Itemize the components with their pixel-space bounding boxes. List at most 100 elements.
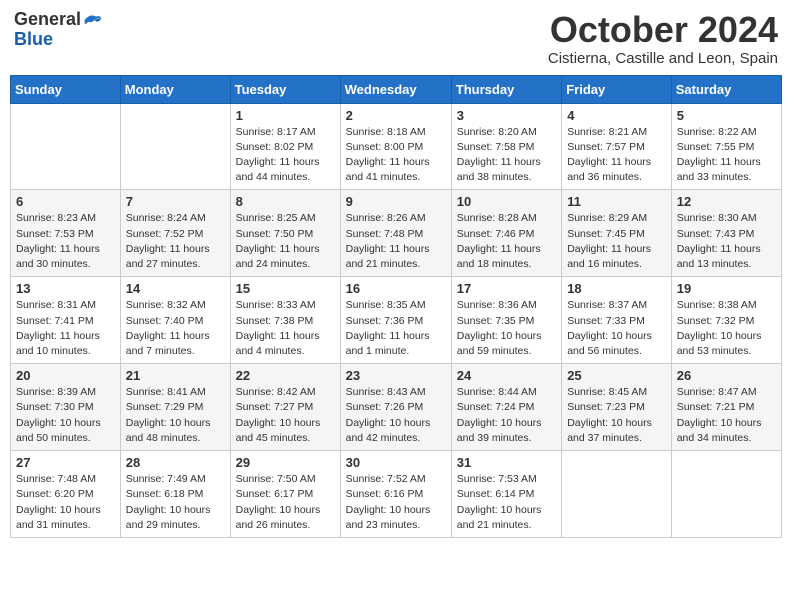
day-detail: Sunrise: 8:41 AM Sunset: 7:29 PM Dayligh…	[126, 385, 225, 446]
day-number: 24	[457, 368, 556, 383]
day-number: 4	[567, 108, 666, 123]
day-number: 19	[677, 281, 776, 296]
day-detail: Sunrise: 8:44 AM Sunset: 7:24 PM Dayligh…	[457, 385, 556, 446]
day-number: 31	[457, 455, 556, 470]
calendar-cell: 17Sunrise: 8:36 AM Sunset: 7:35 PM Dayli…	[451, 277, 561, 364]
calendar-cell: 14 Sunrise: 8:32 AM Sunset: 7:40 PM Dayli…	[120, 277, 230, 364]
weekday-header-row: SundayMondayTuesdayWednesdayThursdayFrid…	[11, 75, 782, 103]
calendar-cell: 10Sunrise: 8:28 AM Sunset: 7:46 PM Dayli…	[451, 190, 561, 277]
day-detail: Sunrise: 8:42 AM Sunset: 7:27 PM Dayligh…	[236, 385, 335, 446]
calendar-cell: 24 Sunrise: 8:44 AM Sunset: 7:24 PM Dayli…	[451, 364, 561, 451]
calendar-week-row: 27 Sunrise: 7:48 AM Sunset: 6:20 PM Dayli…	[11, 451, 782, 538]
calendar-cell: 22 Sunrise: 8:42 AM Sunset: 7:27 PM Dayli…	[230, 364, 340, 451]
calendar-cell: 15Sunrise: 8:33 AM Sunset: 7:38 PM Dayli…	[230, 277, 340, 364]
calendar-cell: 11 Sunrise: 8:29 AM Sunset: 7:45 PM Dayli…	[562, 190, 672, 277]
day-detail: Sunrise: 8:36 AM Sunset: 7:35 PM Dayligh…	[457, 298, 556, 359]
calendar-cell: 6 Sunrise: 8:23 AM Sunset: 7:53 PM Daylig…	[11, 190, 121, 277]
calendar-cell: 23 Sunrise: 8:43 AM Sunset: 7:26 PM Dayli…	[340, 364, 451, 451]
day-number: 10	[457, 194, 556, 209]
day-detail: Sunrise: 8:31 AM Sunset: 7:41 PM Dayligh…	[16, 298, 115, 359]
weekday-header-friday: Friday	[562, 75, 672, 103]
calendar-week-row: 20Sunrise: 8:39 AM Sunset: 7:30 PM Dayli…	[11, 364, 782, 451]
day-detail: Sunrise: 7:53 AM Sunset: 6:14 PM Dayligh…	[457, 472, 556, 533]
day-detail: Sunrise: 8:38 AM Sunset: 7:32 PM Dayligh…	[677, 298, 776, 359]
day-number: 12	[677, 194, 776, 209]
day-detail: Sunrise: 8:20 AM Sunset: 7:58 PM Dayligh…	[457, 125, 556, 186]
title-block: October 2024 Cistierna, Castille and Leo…	[548, 10, 778, 67]
calendar-cell: 8 Sunrise: 8:25 AM Sunset: 7:50 PM Daylig…	[230, 190, 340, 277]
calendar-cell: 12 Sunrise: 8:30 AM Sunset: 7:43 PM Dayli…	[671, 190, 781, 277]
calendar-cell: 5 Sunrise: 8:22 AM Sunset: 7:55 PM Daylig…	[671, 103, 781, 190]
weekday-header-sunday: Sunday	[11, 75, 121, 103]
day-number: 11	[567, 194, 666, 209]
day-number: 6	[16, 194, 115, 209]
month-title: October 2024	[548, 10, 778, 50]
calendar-cell: 9 Sunrise: 8:26 AM Sunset: 7:48 PM Daylig…	[340, 190, 451, 277]
calendar-cell	[120, 103, 230, 190]
day-detail: Sunrise: 7:50 AM Sunset: 6:17 PM Dayligh…	[236, 472, 335, 533]
day-detail: Sunrise: 8:17 AM Sunset: 8:02 PM Dayligh…	[236, 125, 335, 186]
day-detail: Sunrise: 8:23 AM Sunset: 7:53 PM Dayligh…	[16, 211, 115, 272]
day-number: 5	[677, 108, 776, 123]
calendar-cell: 21Sunrise: 8:41 AM Sunset: 7:29 PM Dayli…	[120, 364, 230, 451]
calendar-cell: 26 Sunrise: 8:47 AM Sunset: 7:21 PM Dayli…	[671, 364, 781, 451]
day-number: 14	[126, 281, 225, 296]
calendar-week-row: 1Sunrise: 8:17 AM Sunset: 8:02 PM Daylig…	[11, 103, 782, 190]
calendar-cell: 29 Sunrise: 7:50 AM Sunset: 6:17 PM Dayli…	[230, 451, 340, 538]
calendar-cell: 1Sunrise: 8:17 AM Sunset: 8:02 PM Daylig…	[230, 103, 340, 190]
day-number: 2	[346, 108, 446, 123]
day-detail: Sunrise: 8:21 AM Sunset: 7:57 PM Dayligh…	[567, 125, 666, 186]
calendar-cell	[562, 451, 672, 538]
calendar-week-row: 6 Sunrise: 8:23 AM Sunset: 7:53 PM Daylig…	[11, 190, 782, 277]
day-detail: Sunrise: 7:48 AM Sunset: 6:20 PM Dayligh…	[16, 472, 115, 533]
calendar-cell: 4 Sunrise: 8:21 AM Sunset: 7:57 PM Daylig…	[562, 103, 672, 190]
day-number: 3	[457, 108, 556, 123]
logo: General Blue	[14, 10, 103, 50]
calendar-cell: 13 Sunrise: 8:31 AM Sunset: 7:41 PM Dayli…	[11, 277, 121, 364]
logo-text-blue: Blue	[14, 30, 103, 50]
day-number: 13	[16, 281, 115, 296]
day-detail: Sunrise: 8:18 AM Sunset: 8:00 PM Dayligh…	[346, 125, 446, 186]
day-number: 27	[16, 455, 115, 470]
weekday-header-tuesday: Tuesday	[230, 75, 340, 103]
day-number: 28	[126, 455, 225, 470]
weekday-header-saturday: Saturday	[671, 75, 781, 103]
logo-bird-icon	[83, 10, 103, 30]
day-number: 26	[677, 368, 776, 383]
day-number: 22	[236, 368, 335, 383]
weekday-header-wednesday: Wednesday	[340, 75, 451, 103]
day-number: 29	[236, 455, 335, 470]
day-number: 23	[346, 368, 446, 383]
day-detail: Sunrise: 8:22 AM Sunset: 7:55 PM Dayligh…	[677, 125, 776, 186]
location-title: Cistierna, Castille and Leon, Spain	[548, 50, 778, 67]
day-number: 8	[236, 194, 335, 209]
calendar-week-row: 13 Sunrise: 8:31 AM Sunset: 7:41 PM Dayli…	[11, 277, 782, 364]
calendar-cell	[11, 103, 121, 190]
calendar-cell: 2 Sunrise: 8:18 AM Sunset: 8:00 PM Daylig…	[340, 103, 451, 190]
day-number: 18	[567, 281, 666, 296]
day-detail: Sunrise: 7:52 AM Sunset: 6:16 PM Dayligh…	[346, 472, 446, 533]
logo-text-general: General	[14, 10, 81, 30]
day-number: 9	[346, 194, 446, 209]
calendar-cell: 16Sunrise: 8:35 AM Sunset: 7:36 PM Dayli…	[340, 277, 451, 364]
day-detail: Sunrise: 8:47 AM Sunset: 7:21 PM Dayligh…	[677, 385, 776, 446]
weekday-header-thursday: Thursday	[451, 75, 561, 103]
calendar-cell: 18 Sunrise: 8:37 AM Sunset: 7:33 PM Dayli…	[562, 277, 672, 364]
calendar-cell: 30Sunrise: 7:52 AM Sunset: 6:16 PM Dayli…	[340, 451, 451, 538]
day-detail: Sunrise: 8:26 AM Sunset: 7:48 PM Dayligh…	[346, 211, 446, 272]
calendar-cell: 25Sunrise: 8:45 AM Sunset: 7:23 PM Dayli…	[562, 364, 672, 451]
calendar-cell: 28Sunrise: 7:49 AM Sunset: 6:18 PM Dayli…	[120, 451, 230, 538]
calendar-cell: 19 Sunrise: 8:38 AM Sunset: 7:32 PM Dayli…	[671, 277, 781, 364]
day-detail: Sunrise: 8:33 AM Sunset: 7:38 PM Dayligh…	[236, 298, 335, 359]
day-detail: Sunrise: 8:32 AM Sunset: 7:40 PM Dayligh…	[126, 298, 225, 359]
day-detail: Sunrise: 8:29 AM Sunset: 7:45 PM Dayligh…	[567, 211, 666, 272]
day-detail: Sunrise: 8:37 AM Sunset: 7:33 PM Dayligh…	[567, 298, 666, 359]
calendar-cell: 31 Sunrise: 7:53 AM Sunset: 6:14 PM Dayli…	[451, 451, 561, 538]
calendar-table: SundayMondayTuesdayWednesdayThursdayFrid…	[10, 75, 782, 538]
calendar-cell: 20Sunrise: 8:39 AM Sunset: 7:30 PM Dayli…	[11, 364, 121, 451]
page-header: General Blue October 2024 Cistierna, Cas…	[10, 10, 782, 67]
day-detail: Sunrise: 8:25 AM Sunset: 7:50 PM Dayligh…	[236, 211, 335, 272]
day-detail: Sunrise: 8:30 AM Sunset: 7:43 PM Dayligh…	[677, 211, 776, 272]
weekday-header-monday: Monday	[120, 75, 230, 103]
day-detail: Sunrise: 8:43 AM Sunset: 7:26 PM Dayligh…	[346, 385, 446, 446]
